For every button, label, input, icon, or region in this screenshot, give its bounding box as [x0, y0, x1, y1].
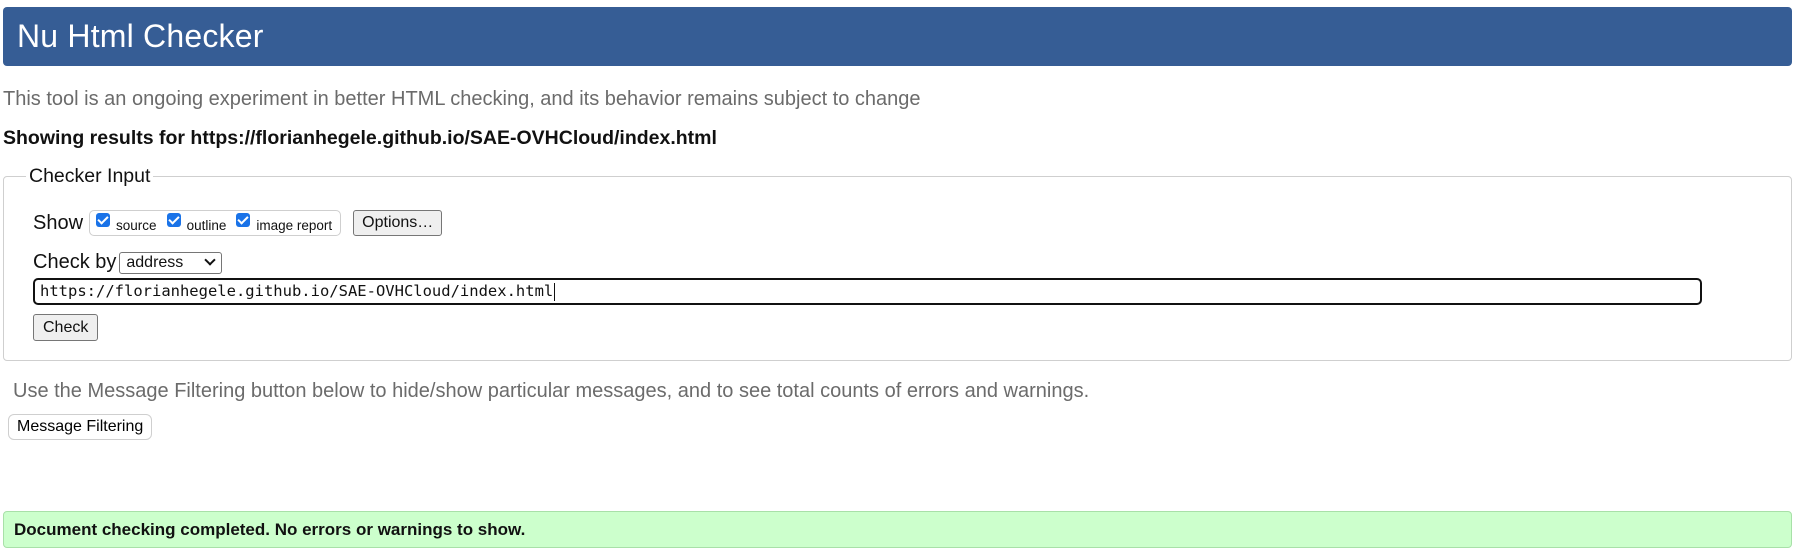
image-report-label: image report	[256, 217, 333, 233]
status-message: Document checking completed. No errors o…	[3, 511, 1792, 548]
options-button[interactable]: Options…	[353, 210, 443, 236]
tagline: This tool is an ongoing experiment in be…	[3, 88, 921, 110]
text-caret	[554, 282, 556, 301]
check-button[interactable]: Check	[33, 314, 99, 341]
show-label: Show	[33, 211, 84, 234]
image-report-checkbox[interactable]	[236, 213, 251, 227]
checker-input-legend: Checker Input	[26, 165, 154, 188]
results-heading: Showing results for https://florianhegel…	[3, 127, 717, 149]
show-outline-option[interactable]: outline	[166, 213, 227, 233]
check-by-selected-value: address	[126, 253, 184, 271]
chevron-down-icon	[204, 254, 217, 266]
outline-checkbox[interactable]	[166, 213, 181, 227]
show-options-group: source outline image report	[89, 210, 342, 236]
checker-input-fieldset	[3, 176, 1792, 361]
app-title: Nu Html Checker	[17, 18, 264, 54]
source-checkbox[interactable]	[96, 213, 111, 227]
check-by-row: Check by address	[33, 251, 223, 274]
show-row: Show source outline image report Options…	[33, 208, 443, 238]
check-by-select[interactable]: address	[119, 251, 223, 274]
filter-note: Use the Message Filtering button below t…	[13, 380, 1090, 402]
url-input-value: https://florianhegele.github.io/SAE-OVHC…	[40, 282, 554, 300]
outline-label: outline	[186, 217, 227, 233]
page-header: Nu Html Checker	[3, 7, 1792, 66]
message-filtering-button[interactable]: Message Filtering	[8, 414, 153, 440]
url-input[interactable]: https://florianhegele.github.io/SAE-OVHC…	[33, 278, 1702, 305]
show-image-report-option[interactable]: image report	[236, 213, 333, 233]
show-source-option[interactable]: source	[96, 213, 157, 233]
check-by-label: Check by	[33, 251, 117, 273]
source-label: source	[116, 217, 157, 233]
